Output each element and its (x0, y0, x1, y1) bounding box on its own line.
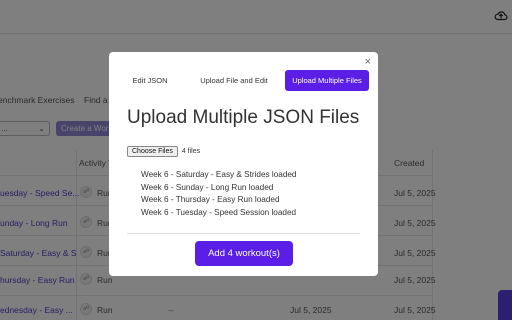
add-workouts-button[interactable]: Add 4 workout(s) (195, 241, 293, 266)
tab-edit-json[interactable]: Edit JSON (119, 70, 181, 91)
choose-files-button[interactable]: Choose Files (127, 146, 178, 157)
modal-tabs: Edit JSON Upload File and Edit Upload Mu… (119, 70, 369, 91)
close-icon[interactable]: × (365, 57, 371, 68)
list-item: Week 6 - Sunday - Long Run loaded (141, 182, 274, 192)
tab-upload-file-and-edit[interactable]: Upload File and Edit (191, 70, 277, 91)
list-item: Week 6 - Tuesday - Speed Session loaded (141, 207, 297, 217)
list-item: Week 6 - Saturday - Easy & Strides loade… (141, 170, 297, 179)
tab-upload-multiple-files[interactable]: Upload Multiple Files (285, 70, 369, 91)
modal-divider (127, 233, 360, 234)
loaded-files-list: Week 6 - Saturday - Easy & Strides loade… (141, 169, 297, 219)
modal-title: Upload Multiple JSON Files (127, 107, 360, 128)
file-picker: Choose Files 4 files (127, 146, 200, 157)
file-count: 4 files (181, 148, 201, 155)
list-item: Week 6 - Thursday - Easy Run loaded (141, 195, 280, 204)
upload-modal: × Edit JSON Upload File and Edit Upload … (109, 52, 378, 276)
